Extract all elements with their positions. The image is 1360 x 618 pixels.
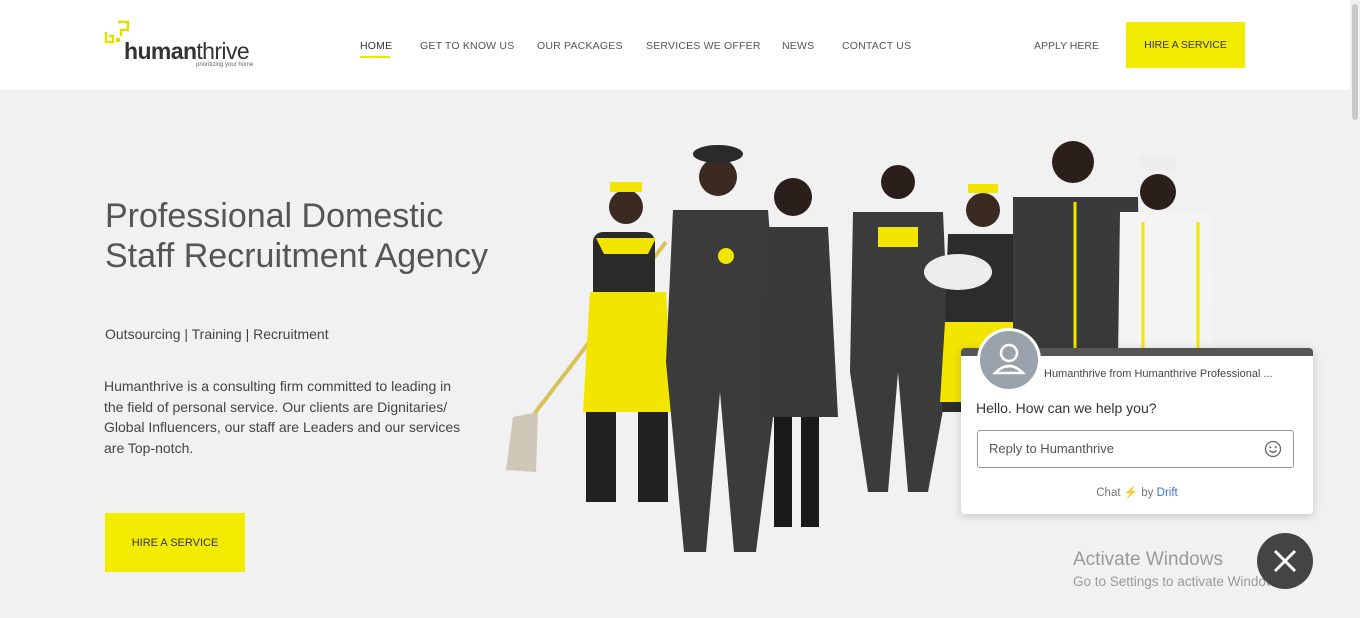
nav-news[interactable]: NEWS [782, 40, 814, 52]
nav-get-to-know-us[interactable]: GET TO KNOW US [420, 40, 514, 52]
activate-windows-title: Activate Windows [1073, 549, 1223, 570]
apply-here-link[interactable]: APPLY HERE [1034, 40, 1099, 52]
chat-message: Hello. How can we help you? [976, 400, 1157, 416]
brand-tagline: prioritizing your home [196, 62, 254, 68]
chat-reply-input[interactable]: Reply to Humanthrive [977, 430, 1294, 468]
nav-services-we-offer[interactable]: SERVICES WE OFFER [646, 40, 761, 52]
chat-widget: Humanthrive from Humanthrive Professiona… [961, 328, 1313, 514]
nav-active-indicator [360, 56, 390, 58]
hero-title: Professional Domestic Staff Recruitment … [105, 197, 489, 275]
hero-description: Humanthrive is a consulting firm committ… [104, 378, 461, 456]
nav-contact-us[interactable]: CONTACT US [842, 40, 911, 52]
brand-logo[interactable]: humanthrive prioritizing your home [104, 20, 274, 72]
chat-sender: Humanthrive from Humanthrive Professiona… [1044, 368, 1273, 380]
smiley-icon[interactable] [1264, 440, 1282, 458]
brand-name: humanthrive [124, 38, 250, 64]
hero-subtitle: Outsourcing | Training | Recruitment [105, 326, 329, 342]
close-icon [1273, 549, 1297, 573]
user-avatar-icon [977, 328, 1041, 392]
chat-powered-by[interactable]: Chat ⚡ by Drift [961, 485, 1313, 499]
hire-service-header-button[interactable]: HIRE A SERVICE [1126, 22, 1245, 68]
nav-our-packages[interactable]: OUR PACKAGES [537, 40, 623, 52]
scrollbar-thumb[interactable] [1352, 4, 1358, 120]
close-chat-button[interactable] [1257, 533, 1313, 589]
drift-link[interactable]: Drift [1157, 487, 1178, 499]
lightning-icon: ⚡ [1123, 487, 1139, 499]
nav-home[interactable]: HOME [360, 40, 392, 52]
site-header: humanthrive prioritizing your home HOME … [0, 0, 1350, 91]
activate-windows-subtitle: Go to Settings to activate Windows. [1073, 574, 1287, 589]
hire-service-cta-button[interactable]: HIRE A SERVICE [105, 513, 245, 572]
